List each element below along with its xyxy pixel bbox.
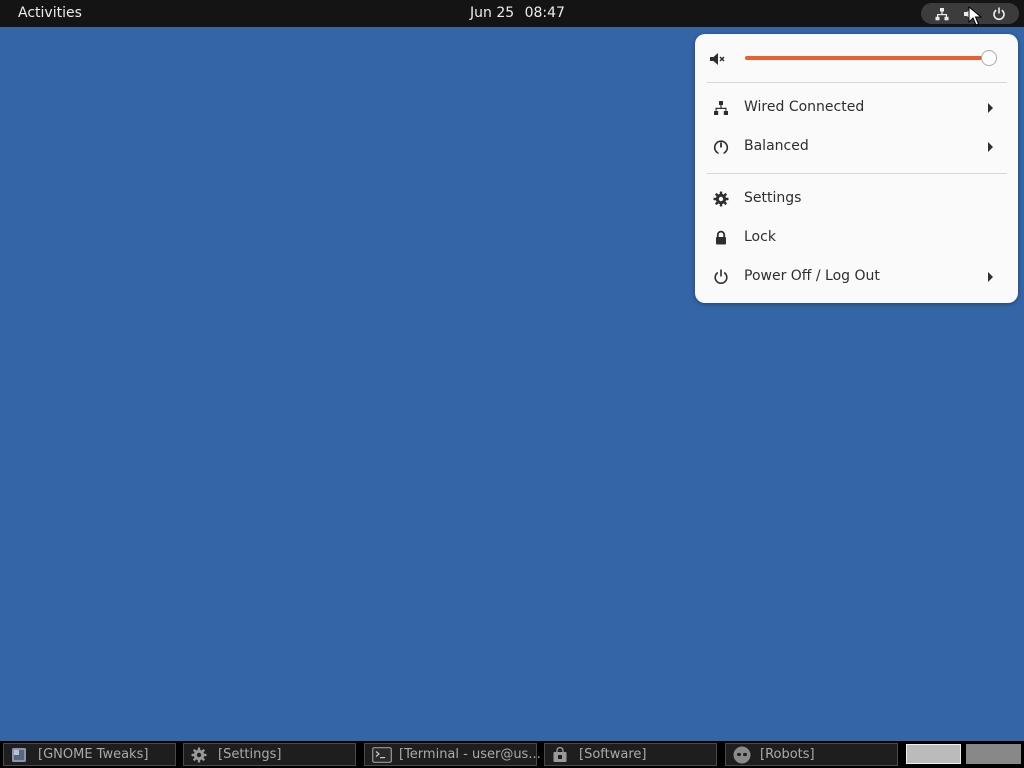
taskbar-item-robots[interactable]: [Robots] <box>725 743 898 766</box>
volume-slider[interactable] <box>745 56 988 60</box>
workspace-2-button[interactable] <box>966 744 1021 764</box>
top-bar: Activities Jun 25 08:47 <box>0 0 1024 27</box>
taskbar-item-terminal[interactable]: [Terminal - user@us... <box>364 743 541 766</box>
separator <box>707 82 1007 83</box>
tweaks-icon <box>12 748 26 762</box>
power-icon <box>993 7 1005 21</box>
menu-item-label: Wired Connected <box>744 99 865 115</box>
taskbar-item-label: [Settings] <box>218 747 282 762</box>
clock-date: Jun 25 <box>470 5 515 21</box>
robots-icon <box>733 746 751 764</box>
workspace-1-button[interactable] <box>906 744 961 764</box>
taskbar-item-label: [Software] <box>579 747 647 762</box>
menu-item-power-off[interactable]: Power Off / Log Out <box>695 259 1018 295</box>
menu-item-settings[interactable]: Settings <box>695 181 1018 217</box>
menu-item-power-profile[interactable]: Balanced <box>695 129 1018 165</box>
clock-button[interactable]: Jun 25 08:47 <box>470 5 565 21</box>
separator <box>707 173 1007 174</box>
activities-button[interactable]: Activities <box>18 5 82 21</box>
taskbar-item-settings[interactable]: [Settings] <box>183 743 356 766</box>
menu-item-wired[interactable]: Wired Connected <box>695 90 1018 126</box>
submenu-arrow-icon <box>988 142 993 152</box>
menu-item-label: Settings <box>744 190 802 206</box>
taskbar-item-label: [Terminal - user@us... <box>399 747 541 762</box>
power-icon <box>714 269 728 284</box>
window-list-taskbar: [GNOME Tweaks] [Settings] [Terminal - us… <box>0 741 1024 768</box>
taskbar-item-label: [GNOME Tweaks] <box>38 747 149 762</box>
submenu-arrow-icon <box>988 103 993 113</box>
gear-icon <box>191 747 207 763</box>
system-menu: Wired Connected Balanced Settings Lock P… <box>695 34 1018 303</box>
menu-item-label: Balanced <box>744 138 809 154</box>
software-bag-icon <box>553 747 567 762</box>
lock-icon <box>716 230 726 245</box>
volume-slider-fill <box>745 56 988 60</box>
taskbar-item-software[interactable]: [Software] <box>544 743 717 766</box>
volume-muted-icon[interactable] <box>709 51 725 67</box>
submenu-arrow-icon <box>988 272 993 282</box>
menu-item-lock[interactable]: Lock <box>695 220 1018 256</box>
power-profile-icon <box>713 140 729 155</box>
clock-time: 08:47 <box>524 5 565 21</box>
network-wired-icon <box>935 8 949 21</box>
menu-item-label: Power Off / Log Out <box>744 268 880 284</box>
gear-icon <box>713 191 729 207</box>
mouse-cursor-icon <box>968 6 982 26</box>
taskbar-item-gnome-tweaks[interactable]: [GNOME Tweaks] <box>3 743 176 766</box>
taskbar-item-label: [Robots] <box>760 747 815 762</box>
terminal-icon <box>372 747 392 763</box>
volume-slider-handle[interactable] <box>981 50 997 66</box>
menu-item-label: Lock <box>744 229 776 245</box>
network-wired-icon <box>714 101 728 115</box>
